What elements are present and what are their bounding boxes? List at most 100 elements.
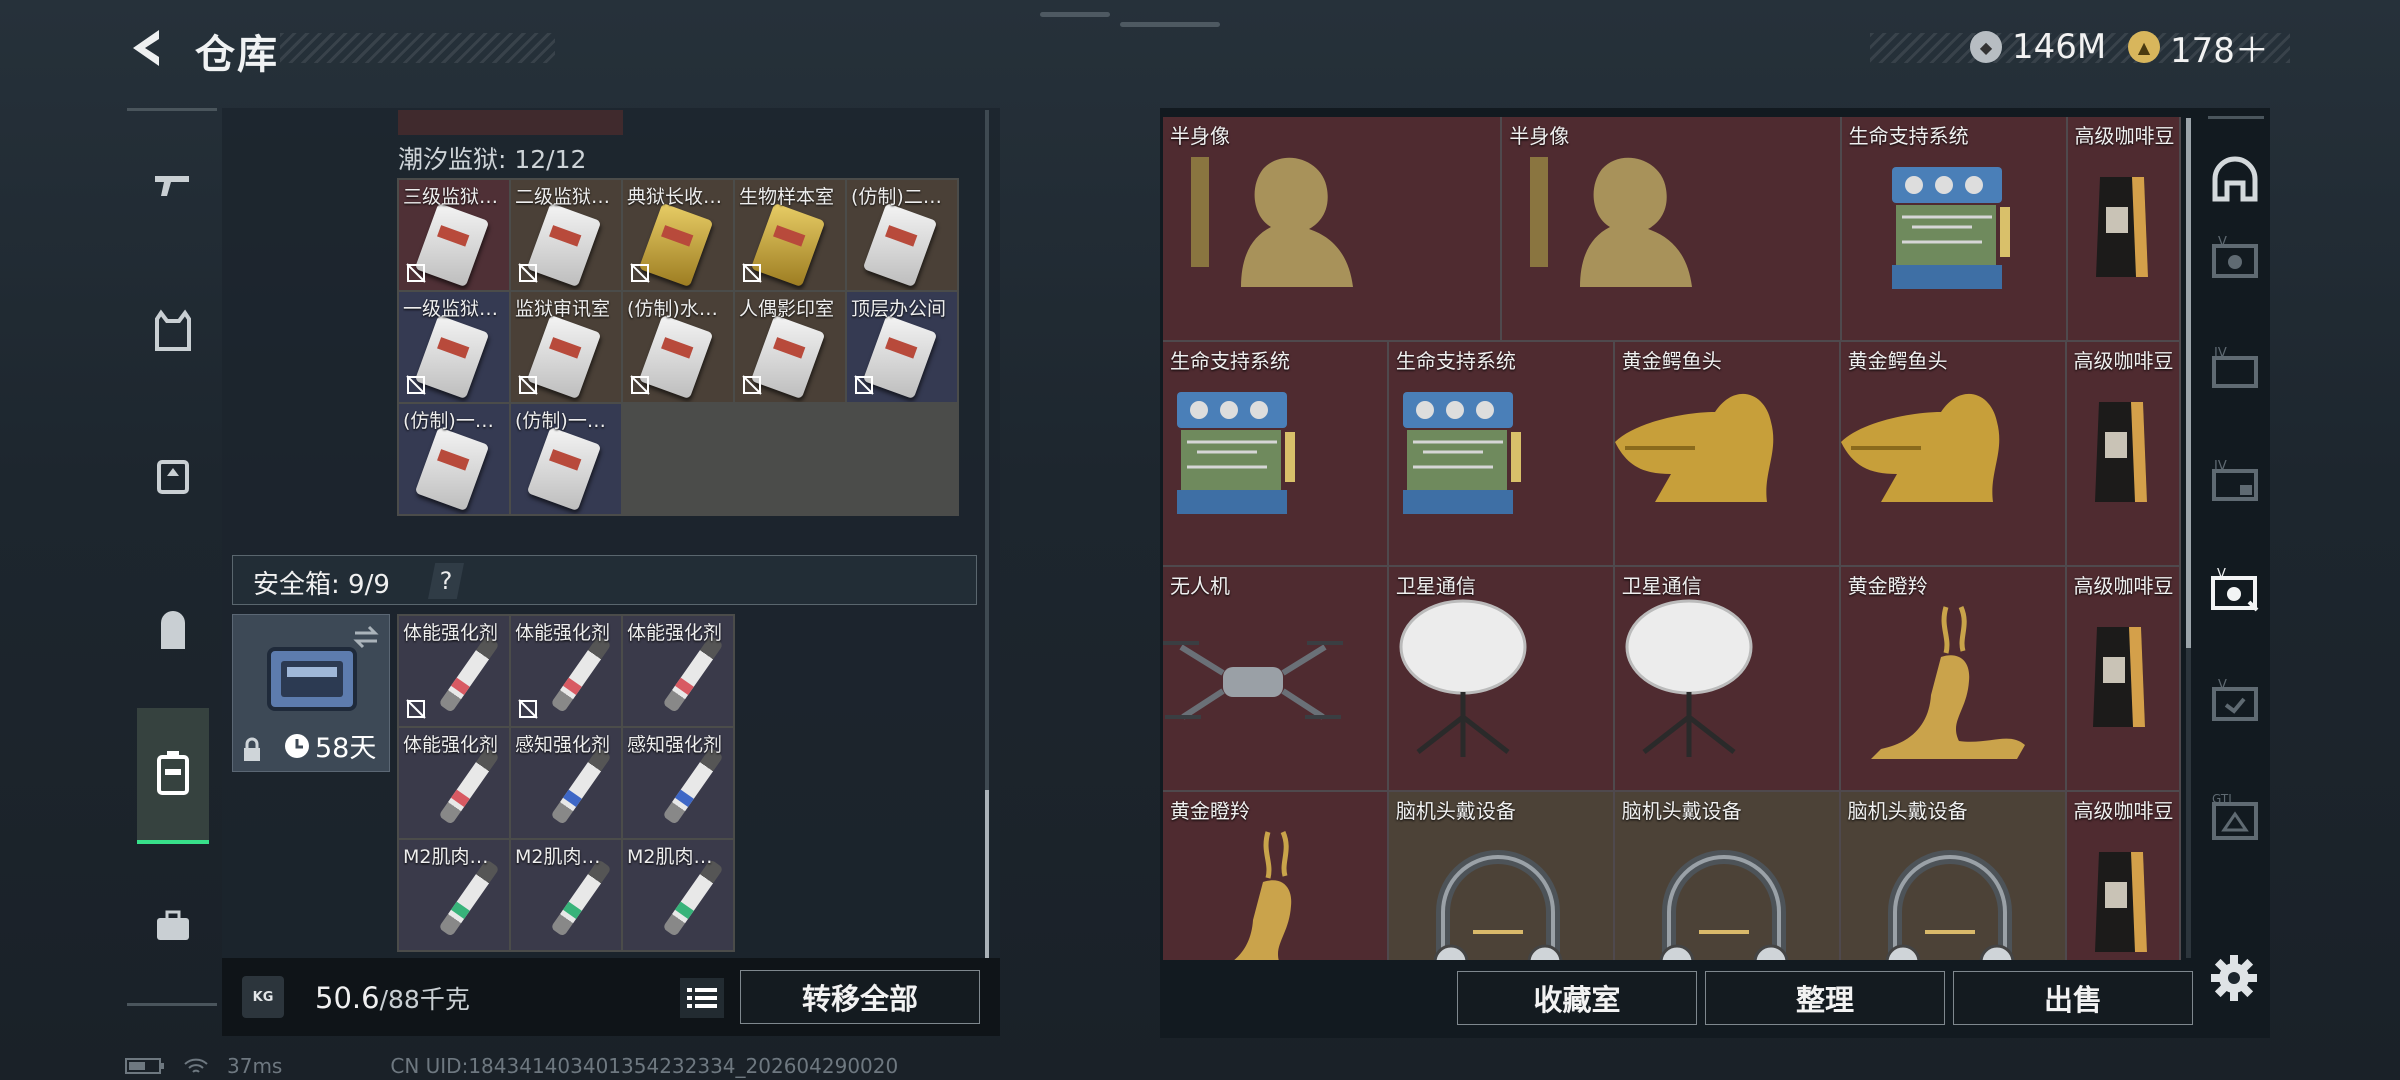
coffee-beans-item[interactable]: 高级咖啡豆 bbox=[2066, 567, 2179, 790]
item-name: 感知强化剂 bbox=[515, 734, 611, 756]
help-button[interactable]: ? bbox=[428, 563, 464, 599]
item-name: 二级监狱… bbox=[515, 186, 611, 208]
organize-button[interactable]: 整理 bbox=[1705, 971, 1945, 1025]
injector-item[interactable]: M2肌肉… bbox=[623, 840, 733, 950]
item-image bbox=[1649, 832, 1799, 960]
item-name: 体能强化剂 bbox=[627, 622, 723, 644]
injector-item[interactable]: 体能强化剂 bbox=[623, 616, 733, 726]
keycard-item[interactable]: 一级监狱… bbox=[399, 292, 509, 402]
injector-image bbox=[662, 635, 724, 713]
keycard-item[interactable]: (仿制)一… bbox=[511, 404, 621, 514]
keycard-item[interactable]: (仿制)水… bbox=[623, 292, 733, 402]
weight-max: /88千克 bbox=[379, 985, 470, 1014]
item-image bbox=[1520, 147, 1710, 301]
brain-headset-item[interactable]: 脑机头戴设备 bbox=[1840, 792, 2065, 960]
bust-item[interactable]: 半身像 bbox=[1502, 117, 1840, 340]
svg-text:V: V bbox=[2218, 236, 2227, 250]
stash-tab-3[interactable]: IV bbox=[2206, 453, 2264, 511]
ping-value: 37ms bbox=[227, 1054, 283, 1078]
life-support-item[interactable]: 生命支持系统 bbox=[1163, 342, 1387, 565]
injector-item[interactable]: M2肌肉… bbox=[399, 840, 509, 950]
container-scrollbar-thumb[interactable] bbox=[985, 790, 989, 960]
settings-gear-icon[interactable] bbox=[2208, 952, 2260, 1004]
weight-icon-label: KG bbox=[252, 989, 274, 1005]
cut-off-item-row bbox=[398, 110, 623, 135]
stash-tab-4-selected[interactable]: V bbox=[2206, 563, 2264, 621]
stash-tab-5[interactable]: V bbox=[2206, 673, 2264, 731]
injector-item[interactable]: 体能强化剂 bbox=[511, 616, 621, 726]
gold-croc-head-item[interactable]: 黄金鳄鱼头 bbox=[1614, 342, 1839, 565]
item-image bbox=[1423, 832, 1573, 960]
drone-item[interactable]: 无人机 bbox=[1163, 567, 1387, 790]
safe-box-item[interactable]: 58天 bbox=[232, 614, 390, 772]
keycard-item[interactable]: 顶层办公间 bbox=[847, 292, 957, 402]
coffee-beans-item[interactable]: 高级咖啡豆 bbox=[2066, 342, 2179, 565]
keycard-image bbox=[526, 426, 602, 512]
keycard-item[interactable]: (仿制)二… bbox=[847, 180, 957, 290]
currency-gold[interactable]: ▲ 178＋ bbox=[2128, 22, 2269, 72]
nav-weapons[interactable] bbox=[140, 153, 205, 218]
item-image bbox=[1875, 832, 2025, 960]
injector-item[interactable]: 体能强化剂 bbox=[399, 616, 509, 726]
life-support-item[interactable]: 生命支持系统 bbox=[1841, 117, 2066, 340]
keycard-item[interactable]: 典狱长收… bbox=[623, 180, 733, 290]
injector-item[interactable]: 感知强化剂 bbox=[511, 728, 621, 838]
gold-gazelle-item[interactable]: 黄金瞪羚 bbox=[1840, 567, 2065, 790]
nav-secure-case[interactable] bbox=[137, 708, 209, 844]
sell-button[interactable]: 出售 bbox=[1953, 971, 2193, 1025]
injector-item[interactable]: 感知强化剂 bbox=[623, 728, 733, 838]
gold-croc-head-item[interactable]: 黄金鳄鱼头 bbox=[1840, 342, 2065, 565]
satellite-item[interactable]: 卫星通信 bbox=[1388, 567, 1613, 790]
item-name: 高级咖啡豆 bbox=[2073, 349, 2174, 373]
nav-backpack[interactable] bbox=[140, 598, 205, 663]
stash-tab-1[interactable]: V bbox=[2206, 230, 2264, 288]
nav-briefcase[interactable] bbox=[140, 893, 205, 958]
item-name: 生命支持系统 bbox=[1848, 124, 1969, 148]
collection-room-button[interactable]: 收藏室 bbox=[1457, 971, 1697, 1025]
injector-image bbox=[550, 859, 612, 937]
keycard-item[interactable]: 三级监狱… bbox=[399, 180, 509, 290]
keycard-item[interactable]: 人偶影印室 bbox=[735, 292, 845, 402]
no-drop-icon bbox=[630, 263, 650, 283]
stash-tab-iv-icon: IV bbox=[2212, 346, 2258, 388]
injector-item[interactable]: M2肌肉… bbox=[511, 840, 621, 950]
keycard-item[interactable]: 监狱审讯室 bbox=[511, 292, 621, 402]
item-name: 高级咖啡豆 bbox=[2073, 799, 2174, 823]
nav-chest-rig[interactable] bbox=[140, 443, 205, 508]
keycard-item[interactable]: 二级监狱… bbox=[511, 180, 621, 290]
injector-image bbox=[438, 747, 500, 825]
item-name: M2肌肉… bbox=[627, 846, 713, 868]
injector-item[interactable]: 体能强化剂 bbox=[399, 728, 509, 838]
safe-box-label: 安全箱: 9/9 bbox=[253, 570, 390, 600]
no-drop-icon bbox=[406, 699, 426, 719]
keycard-item[interactable]: 生物样本室 bbox=[735, 180, 845, 290]
item-name: 体能强化剂 bbox=[515, 622, 611, 644]
stash-tab-v-b-icon: V bbox=[2212, 679, 2258, 721]
item-name: 人偶影印室 bbox=[739, 298, 835, 320]
item-name: 典狱长收… bbox=[627, 186, 723, 208]
stash-tab-home[interactable] bbox=[2206, 150, 2264, 208]
currency-silver: ◆ 146M bbox=[1970, 22, 2106, 72]
nav-armor[interactable] bbox=[140, 298, 205, 363]
item-image bbox=[1614, 372, 1785, 526]
brain-headset-item[interactable]: 脑机头戴设备 bbox=[1614, 792, 1839, 960]
lock-icon bbox=[244, 737, 260, 761]
stash-tab-2[interactable]: IV bbox=[2206, 340, 2264, 398]
brain-headset-item[interactable]: 脑机头戴设备 bbox=[1388, 792, 1613, 960]
no-drop-icon bbox=[406, 263, 426, 283]
coffee-beans-item[interactable]: 高级咖啡豆 bbox=[2066, 792, 2179, 960]
life-support-item[interactable]: 生命支持系统 bbox=[1388, 342, 1613, 565]
keycard-item[interactable]: (仿制)一… bbox=[399, 404, 509, 514]
satellite-item[interactable]: 卫星通信 bbox=[1614, 567, 1839, 790]
stash-scrollbar-thumb[interactable] bbox=[2186, 118, 2191, 648]
briefcase-icon bbox=[156, 910, 189, 940]
safe-box-header: 安全箱: 9/9 ? bbox=[232, 555, 977, 605]
bust-item[interactable]: 半身像 bbox=[1163, 117, 1501, 340]
list-view-button[interactable] bbox=[680, 978, 724, 1018]
gold-gazelle-item[interactable]: 黄金瞪羚 bbox=[1163, 792, 1387, 960]
stash-tab-6[interactable]: GTI bbox=[2206, 788, 2264, 846]
back-arrow-icon[interactable] bbox=[125, 24, 173, 72]
coffee-beans-item[interactable]: 高级咖啡豆 bbox=[2067, 117, 2179, 340]
transfer-all-button[interactable]: 转移全部 bbox=[740, 970, 980, 1024]
swap-icon[interactable] bbox=[351, 623, 381, 651]
